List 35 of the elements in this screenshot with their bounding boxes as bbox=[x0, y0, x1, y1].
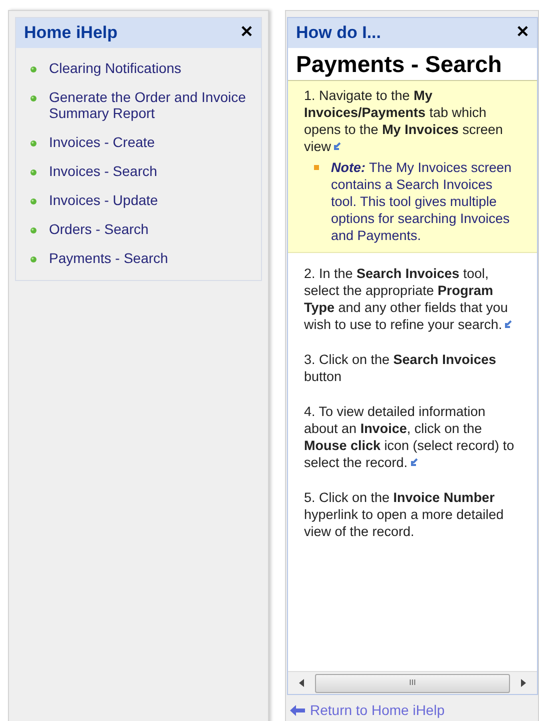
left-arrow-icon bbox=[290, 705, 305, 716]
help-topic-link[interactable]: Orders - Search bbox=[49, 221, 149, 237]
step-text: 1. Navigate to the My Invoices/Payments tab which opens to the My Invoices screen view bbox=[304, 87, 504, 155]
bullet-icon bbox=[30, 256, 37, 263]
bullet-icon bbox=[30, 66, 37, 73]
panel-title: Home iHelp bbox=[24, 22, 118, 44]
scroll-right-icon[interactable] bbox=[521, 679, 526, 687]
note-text: Note: The My Invoices screen contains a Search Invoices tool. This tool gives multiple options for searching Invoices and Payments. bbox=[331, 159, 513, 244]
note-bullet-icon bbox=[314, 165, 319, 170]
help-topic-link[interactable]: Invoices - Create bbox=[49, 134, 155, 150]
help-topic-link[interactable]: Generate the Order and Invoice Summary Report bbox=[49, 89, 255, 121]
help-topic-link[interactable]: Clearing Notifications bbox=[49, 60, 182, 76]
help-topic-link[interactable]: Invoices - Search bbox=[49, 163, 158, 179]
step-text: 3. Click on the Search Invoices button bbox=[304, 351, 498, 385]
help-topic-link[interactable]: Invoices - Update bbox=[49, 192, 158, 208]
link-arrow-icon[interactable] bbox=[333, 142, 342, 151]
close-button[interactable]: ✕ bbox=[516, 21, 529, 45]
bullet-icon bbox=[30, 95, 37, 102]
bullet-icon bbox=[30, 227, 37, 234]
bullet-icon bbox=[30, 140, 37, 147]
link-arrow-icon[interactable] bbox=[504, 320, 514, 329]
step-text: 5. Click on the Invoice Number hyperlink to open a more detailed view of the record. bbox=[304, 489, 505, 540]
help-topic-link[interactable]: Payments - Search bbox=[49, 250, 168, 266]
scrollbar-thumb[interactable]: III bbox=[315, 674, 510, 692]
step-text: 4. To view detailed information about an Invoice, click on the Mouse click icon (select record) to select the record. bbox=[304, 403, 516, 471]
return-link[interactable]: Return to Home iHelp bbox=[287, 700, 448, 721]
scroll-left-icon[interactable] bbox=[299, 679, 304, 687]
panel-title: How do I... bbox=[296, 22, 381, 44]
return-link-text: Return to Home iHelp bbox=[310, 701, 445, 720]
close-button[interactable]: ✕ bbox=[240, 21, 253, 45]
bullet-icon bbox=[30, 169, 37, 176]
link-arrow-icon[interactable] bbox=[410, 458, 419, 467]
bullet-icon bbox=[30, 198, 37, 205]
horizontal-scrollbar[interactable]: III bbox=[288, 671, 537, 694]
step-text: 2. In the Search Invoices tool, select the appropriate Program Type and any other fields that you wish to use to refine your search. bbox=[304, 265, 521, 333]
